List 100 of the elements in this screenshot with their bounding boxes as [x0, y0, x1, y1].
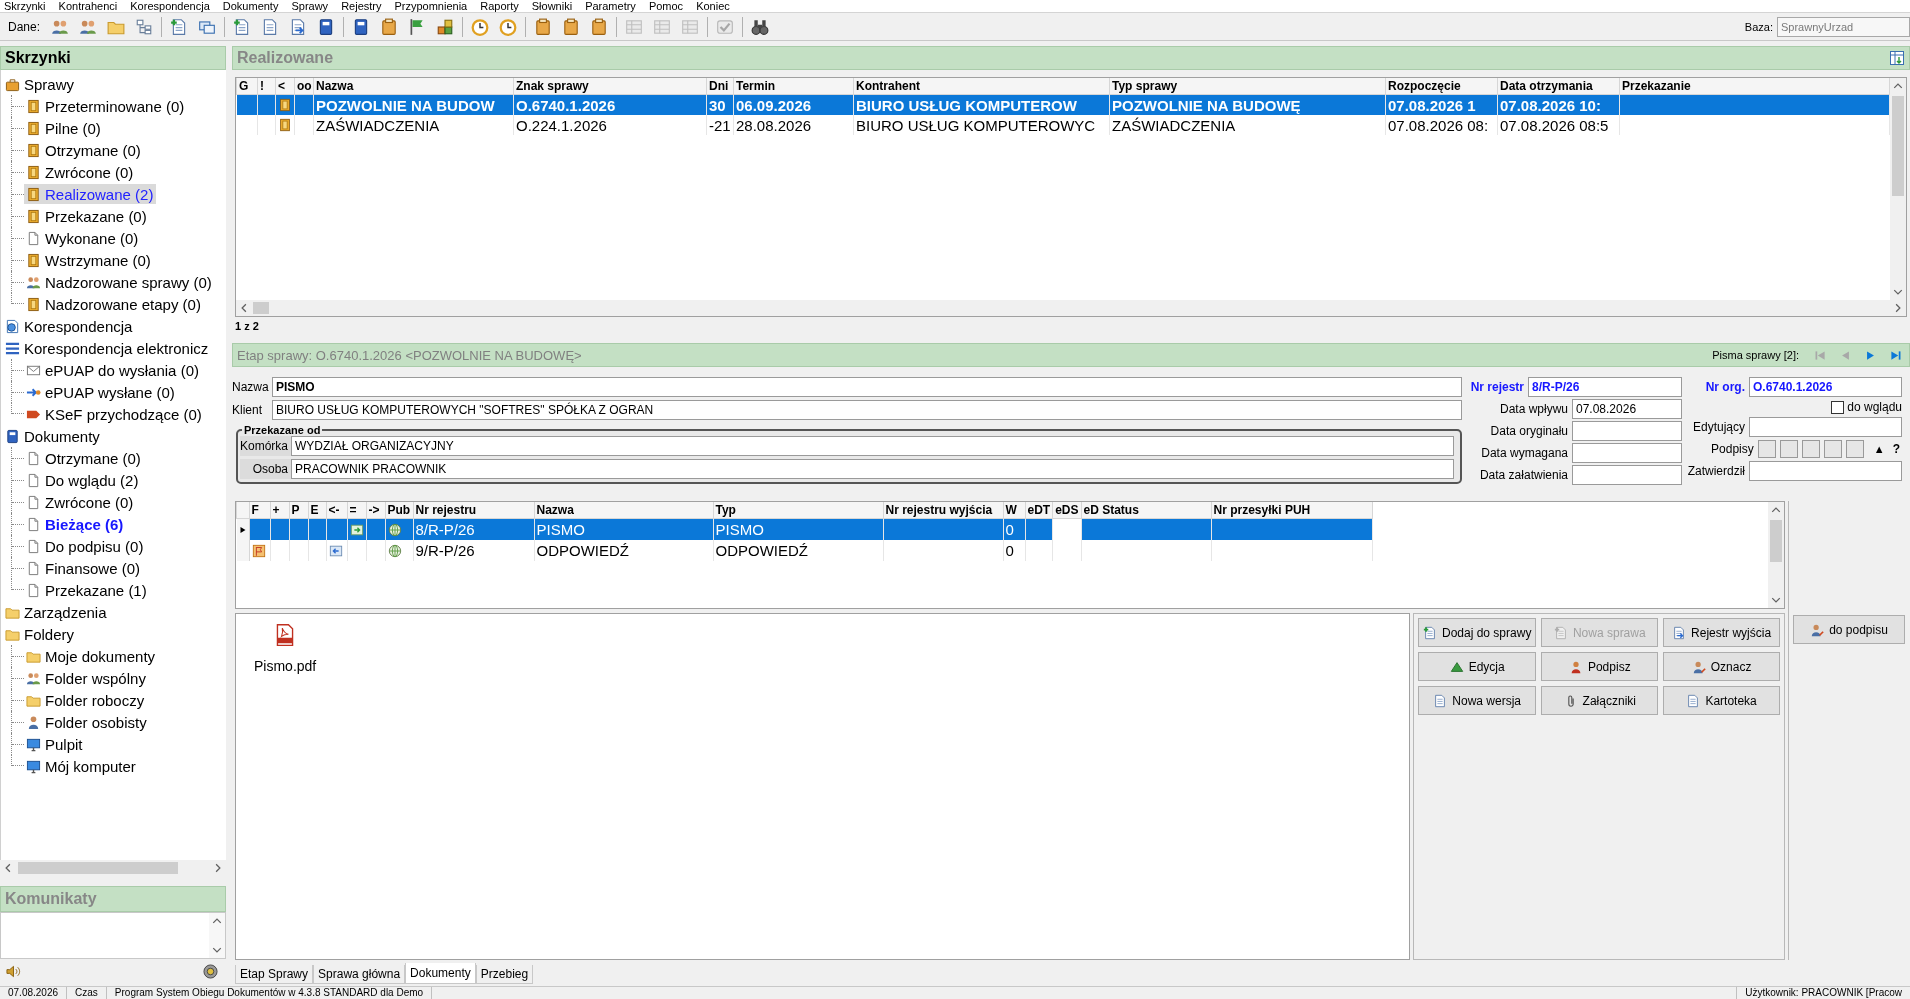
clipboard-icon[interactable] [562, 17, 581, 36]
text-field[interactable] [1749, 461, 1902, 481]
tree-item[interactable]: Folder osobisty [24, 712, 150, 732]
tree-item[interactable]: Otrzymane (0) [24, 448, 144, 468]
tab[interactable]: Sprawa główna [313, 965, 406, 984]
tree-item[interactable]: Foldery [3, 624, 78, 644]
action-button[interactable]: Nowa wersja [1418, 686, 1537, 715]
signature-slot[interactable] [1801, 440, 1820, 458]
tree-item[interactable]: Do wglądu (2) [24, 470, 142, 490]
vertical-scrollbar[interactable] [209, 913, 225, 958]
action-button[interactable]: do podpisu [1793, 615, 1905, 644]
tree-item[interactable]: Folder roboczy [24, 690, 148, 710]
tree-item[interactable]: Przeterminowane (0) [24, 96, 188, 116]
table-icon[interactable] [1889, 50, 1905, 66]
column-header[interactable]: W [1003, 502, 1025, 519]
table-row[interactable]: 8/R-P/26 PISMO PISMO 0 [236, 518, 1372, 540]
target-icon[interactable] [203, 964, 218, 979]
action-button[interactable]: Dodaj do sprawy [1418, 618, 1537, 647]
menu-item[interactable]: Sprawy [291, 0, 329, 12]
tree-item[interactable]: Zwrócone (0) [24, 492, 137, 512]
text-field[interactable]: 8/R-P/26 [1528, 377, 1682, 397]
clipboard-icon[interactable] [380, 17, 399, 36]
clock-icon[interactable] [471, 17, 490, 36]
clipboard-icon[interactable] [534, 17, 553, 36]
menu-item[interactable]: Pomoc [648, 0, 684, 12]
checkbox[interactable] [1831, 400, 1845, 414]
tab[interactable]: Przebieg [475, 965, 534, 984]
text-field[interactable] [1572, 465, 1682, 485]
text-field[interactable]: BIURO USŁUG KOMPUTEROWYCH "SOFTRES" SPÓŁKA Z OGRAN [272, 400, 1462, 420]
column-header[interactable]: < [275, 78, 295, 95]
action-button[interactable]: Oznacz [1663, 652, 1780, 681]
table-row[interactable]: 9/R-P/26 ODPOWIEDŹ ODPOWIEDŹ 0 [236, 540, 1372, 561]
text-field[interactable]: WYDZIAŁ ORGANIZACYJNY [291, 436, 1454, 456]
text-field[interactable]: PRACOWNIK PRACOWNIK [291, 459, 1454, 479]
tree-item[interactable]: Moje dokumenty [24, 646, 159, 666]
tree-item[interactable]: Sprawy [3, 74, 78, 94]
column-header[interactable]: Nr przesyłki PUH [1211, 502, 1372, 519]
column-header[interactable]: oo [294, 78, 314, 95]
column-header[interactable]: Rozpoczęcie [1385, 78, 1498, 95]
blocks-icon[interactable] [436, 17, 455, 36]
tree-item[interactable]: Wstrzymane (0) [24, 250, 154, 270]
org-chart-icon[interactable] [135, 17, 154, 36]
tree-item[interactable]: Zarządzenia [3, 602, 110, 622]
tree-item[interactable]: Nadzorowane sprawy (0) [24, 272, 215, 292]
column-header[interactable]: P [289, 502, 308, 519]
arrow-up-button[interactable]: ▲ [1873, 443, 1885, 455]
tree-item[interactable]: KSeF przychodzące (0) [24, 404, 205, 424]
tree-item[interactable]: Wykonane (0) [24, 228, 142, 248]
tree-item[interactable]: Folder wspólny [24, 668, 149, 688]
action-button[interactable]: Kartoteka [1663, 686, 1780, 715]
column-header[interactable]: Nr rejestru wyjścia [883, 502, 1003, 519]
tab[interactable]: Etap Sprawy [235, 965, 314, 984]
vertical-scrollbar[interactable] [1768, 502, 1784, 608]
vertical-scrollbar[interactable] [1890, 78, 1906, 300]
file-item[interactable]: Pismo.pdf [252, 620, 319, 676]
tree-item[interactable]: Nadzorowane etapy (0) [24, 294, 204, 314]
column-header[interactable]: eD Status [1081, 502, 1211, 519]
column-header[interactable]: Typ [713, 502, 883, 519]
messages-field[interactable] [0, 912, 226, 959]
signature-slot[interactable] [1845, 440, 1864, 458]
text-field[interactable]: 07.08.2026 [1572, 399, 1682, 419]
scrollbar-thumb[interactable] [253, 302, 269, 314]
menu-item[interactable]: Raporty [480, 0, 519, 12]
signature-slot[interactable] [1757, 440, 1776, 458]
column-header[interactable]: Termin [733, 78, 854, 95]
text-field[interactable] [1572, 443, 1682, 463]
signature-slot[interactable] [1779, 440, 1798, 458]
column-header[interactable]: F [249, 502, 270, 519]
tree-item[interactable]: Dokumenty [3, 426, 103, 446]
tree-item[interactable]: Przekazane (1) [24, 580, 150, 600]
tree-item[interactable]: Mój komputer [24, 756, 139, 776]
text-field[interactable]: O.6740.1.2026 [1749, 377, 1902, 397]
tree-item[interactable]: Korespondencja [3, 316, 136, 336]
signature-slot[interactable] [1823, 440, 1842, 458]
menu-item[interactable]: Słowniki [531, 0, 573, 12]
column-header[interactable]: G [236, 78, 258, 95]
menu-item[interactable]: Korespondencja [130, 0, 210, 12]
action-button[interactable]: Podpisz [1541, 652, 1659, 681]
tree-item[interactable]: Otrzymane (0) [24, 140, 144, 160]
tree-item[interactable]: Przekazane (0) [24, 206, 150, 226]
action-button[interactable]: Załączniki [1541, 686, 1659, 715]
column-header[interactable]: Typ sprawy [1109, 78, 1386, 95]
triangle-right-icon[interactable] [1865, 349, 1876, 361]
column-header[interactable]: Data otrzymania [1497, 78, 1620, 95]
binoculars-icon[interactable] [751, 17, 770, 36]
help-button[interactable]: ? [1892, 442, 1900, 456]
tree-item[interactable]: ePUAP do wysłania (0) [24, 360, 202, 380]
tree-item[interactable]: Zwrócone (0) [24, 162, 137, 182]
column-header[interactable]: Dni [706, 78, 734, 95]
skip-forward-icon[interactable] [1890, 349, 1901, 361]
clock-icon[interactable] [499, 17, 518, 36]
column-header[interactable]: Nazwa [534, 502, 713, 519]
table-row[interactable]: ZAŚWIADCZENIA O.224.1.2026 -21 28.08.2026 BIURO USŁUG KOMPUTEROWYC ZAŚWIADCZENIA 07.08.2026 08: 07.08.2026 08:5 [236, 115, 1890, 135]
column-header[interactable]: Pub [385, 502, 413, 519]
column-header[interactable]: eDS [1052, 502, 1081, 519]
column-header[interactable]: Nazwa [313, 78, 514, 95]
column-header[interactable]: eDT [1025, 502, 1053, 519]
column-header[interactable]: <- [326, 502, 347, 519]
scrollbar-thumb[interactable] [1770, 520, 1782, 562]
tree-item[interactable]: ePUAP wysłane (0) [24, 382, 178, 402]
